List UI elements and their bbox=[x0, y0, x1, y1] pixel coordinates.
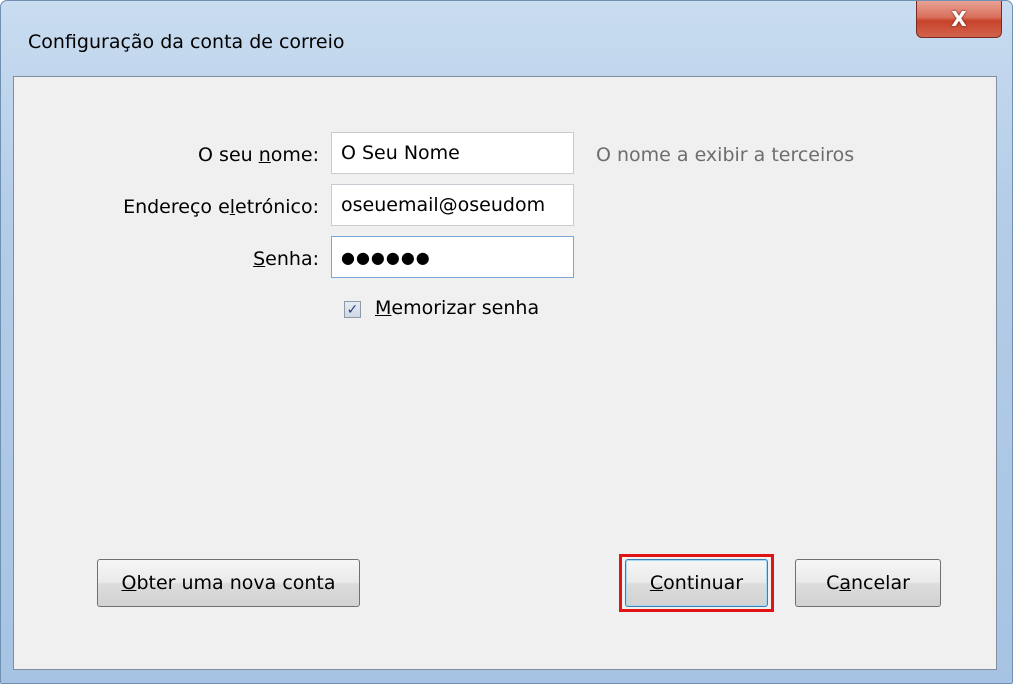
email-field[interactable]: oseuemail@oseudom bbox=[331, 184, 574, 226]
dialog-content: O seu nome: O Seu Nome O nome a exibir a… bbox=[13, 76, 997, 670]
password-field[interactable]: ●●●●●● bbox=[331, 236, 574, 278]
title-bar[interactable]: Configuração da conta de correio X bbox=[1, 1, 1012, 81]
remember-password-label[interactable]: Memorizar senha bbox=[375, 297, 539, 319]
name-field[interactable]: O Seu Nome bbox=[331, 132, 574, 174]
get-new-account-button[interactable]: Obter uma nova conta bbox=[97, 559, 360, 607]
window-title: Configuração da conta de correio bbox=[28, 31, 345, 53]
close-button[interactable]: X bbox=[916, 1, 1002, 38]
dialog-window: Configuração da conta de correio X O seu… bbox=[0, 0, 1013, 684]
remember-password-checkbox[interactable]: ✓ bbox=[344, 301, 361, 318]
email-label: Endereço eletrónico: bbox=[123, 196, 319, 218]
name-label: O seu nome: bbox=[198, 144, 319, 166]
cancel-button[interactable]: Ca ncelar bbox=[795, 559, 941, 607]
checkmark-icon: ✓ bbox=[346, 301, 359, 318]
close-icon: X bbox=[951, 7, 967, 31]
name-hint: O nome a exibir a terceiros bbox=[596, 144, 855, 166]
continue-button[interactable]: Continuar bbox=[625, 559, 768, 607]
password-label: Senha: bbox=[253, 248, 319, 270]
